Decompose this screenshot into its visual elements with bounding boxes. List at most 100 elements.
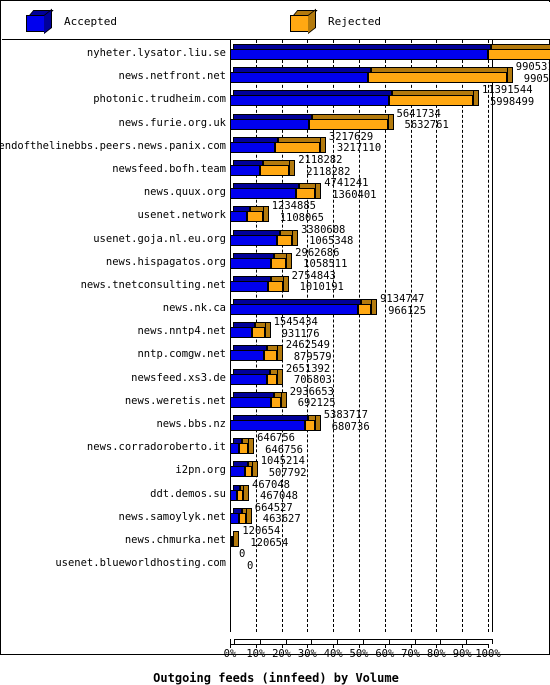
bar-side-face	[292, 229, 299, 246]
bar-group: 2651392 706803	[230, 363, 490, 388]
bar-segment-accepted-top	[233, 136, 278, 142]
category-label: news.samoylyk.net	[118, 510, 226, 523]
bar-value-labels: 00	[239, 549, 253, 572]
bar-segment-accepted-top	[233, 67, 372, 73]
bar-segment-rejected	[236, 489, 244, 501]
bar-segment-rejected	[488, 49, 550, 60]
category-label: news.quux.org	[143, 186, 226, 199]
category-label: news.hispagatos.org	[105, 255, 226, 268]
bar-segment-accepted-top	[233, 252, 275, 258]
bar-group: 5383717 680736	[230, 409, 490, 434]
value-accepted: 0	[239, 548, 246, 561]
bar-segment-accepted	[230, 466, 245, 478]
x-tick-30pct	[311, 639, 313, 644]
legend-item-accepted: Accepted	[26, 2, 117, 40]
bar-row: endofthelinebbs.peers.news.panix.com 3217…	[0, 131, 550, 156]
bar-segment-rejected	[251, 327, 265, 339]
value-rejected: 5632761	[404, 119, 449, 132]
legend-label-rejected: Rejected	[328, 14, 381, 28]
bar-side-face	[280, 391, 287, 408]
category-label: news.tnetconsulting.net	[80, 278, 226, 291]
bar-side-face	[282, 275, 289, 292]
x-tick-80pct	[440, 639, 442, 644]
bar-segment-rejected-top	[277, 136, 323, 142]
category-label: news.nk.ca	[162, 302, 226, 315]
bar-segment-rejected	[244, 466, 252, 478]
bar-segment-rejected	[389, 95, 473, 107]
bar-segment-rejected	[308, 118, 388, 130]
bar-side-face	[243, 484, 250, 501]
category-label: news.chmurka.net	[124, 533, 226, 546]
bar-group: 2462549 879579	[230, 340, 490, 364]
bar-side-face	[289, 159, 296, 176]
bar-row: news.tnetconsulting.net 2754843 1010191	[2, 270, 550, 295]
bar-segment-rejected	[274, 141, 320, 153]
value-rejected: 1010191	[299, 281, 344, 294]
bar-segment-rejected	[268, 280, 283, 292]
chart-title: Outgoing feeds (innfeed) by Volume	[153, 671, 399, 685]
bar-side-face	[251, 461, 258, 478]
orange-cube-icon	[290, 8, 318, 35]
bar-row: news.chmurka.net 120654 120654	[2, 524, 550, 550]
bar-segment-accepted-top	[233, 44, 491, 49]
bar-segment-accepted	[230, 280, 269, 292]
value-rejected: 1065348	[309, 235, 354, 248]
bar-side-face	[276, 368, 283, 385]
bar-group: 467048 467048	[230, 479, 490, 504]
bar-row: nntp.comgw.net 2462549 879579	[2, 340, 550, 364]
bar-row: news.quux.org 4741241 1360401	[2, 178, 550, 202]
x-axis-label-100pct: 100%	[475, 648, 501, 660]
x-tick-50pct	[363, 639, 364, 644]
bar-group: 120654 120654	[230, 524, 490, 550]
category-label: endofthelinebbs.peers.news.panix.com	[0, 139, 226, 152]
value-rejected: 467048	[260, 490, 298, 503]
bar-value-labels: 5641734 5632761	[397, 108, 449, 132]
bar-group: 4741241 1360401	[230, 178, 490, 202]
bar-group: 646756 646756	[230, 433, 490, 457]
bar-segment-rejected	[357, 304, 372, 316]
bar-group: 1045214 507792	[230, 456, 490, 480]
category-label: news.furie.org.uk	[118, 116, 226, 129]
bar-row: news.nk.ca 9134747 966125	[2, 293, 550, 318]
legend-item-rejected: Rejected	[290, 2, 381, 40]
bar-segment-rejected-top	[491, 44, 550, 49]
bar-segment-accepted-top	[233, 391, 275, 397]
bar-side-face	[276, 345, 283, 362]
x-tick-100pct	[492, 639, 493, 644]
category-label: nntp.comgw.net	[137, 348, 226, 361]
category-label: newsfeed.bofh.team	[112, 162, 226, 175]
bar-side-face	[315, 183, 322, 200]
bar-row: newsfeed.xs3.de 2651392 706803	[2, 363, 550, 388]
bar-segment-rejected	[368, 72, 507, 84]
x-axis-label-70pct: 70%	[401, 648, 421, 660]
bar-row: usenet.network 1234885 1108065	[2, 201, 550, 225]
bar-segment-accepted	[230, 164, 260, 176]
bar-side-face	[314, 415, 321, 431]
value-accepted: 120654	[242, 524, 281, 537]
bar-row: news.netfront.net 99053149905314	[2, 62, 550, 86]
bar-row: nyheter.lysator.liu.se 1846642314263606	[2, 40, 550, 63]
bar-value-labels: 2462549 879579	[286, 340, 332, 363]
bar-segment-accepted	[230, 512, 240, 524]
bar-group: 2118282 2118282	[230, 153, 490, 179]
bar-row: photonic.trudheim.com 11391544 5998499	[2, 85, 550, 109]
bar-segment-accepted	[230, 304, 358, 316]
bar-segment-rejected-top	[371, 67, 510, 73]
bar-segment-rejected	[296, 188, 316, 200]
bar-group: 00	[230, 549, 490, 573]
bar-value-labels: 467048 467048	[252, 479, 298, 503]
bar-segment-accepted	[230, 327, 252, 339]
bar-value-labels: 664527 463627	[255, 502, 301, 526]
bar-value-labels: 2962686 1058511	[295, 247, 347, 271]
bar-side-face	[262, 206, 269, 223]
bar-segment-rejected	[259, 164, 290, 176]
bar-value-labels: 11391544 5998499	[482, 85, 534, 108]
bar-side-face	[286, 252, 293, 269]
bar-group: 9134747 966125	[230, 293, 490, 318]
bar-row: ddt.demos.su 467048 467048	[2, 479, 550, 504]
value-accepted: 2118282	[298, 153, 343, 166]
bar-segment-accepted-top	[233, 113, 312, 119]
bar-segment-rejected	[247, 211, 263, 223]
bar-row: news.samoylyk.net 664527 463627	[2, 502, 550, 527]
bar-row: news.nntp4.net 1545434 931176	[2, 317, 550, 341]
